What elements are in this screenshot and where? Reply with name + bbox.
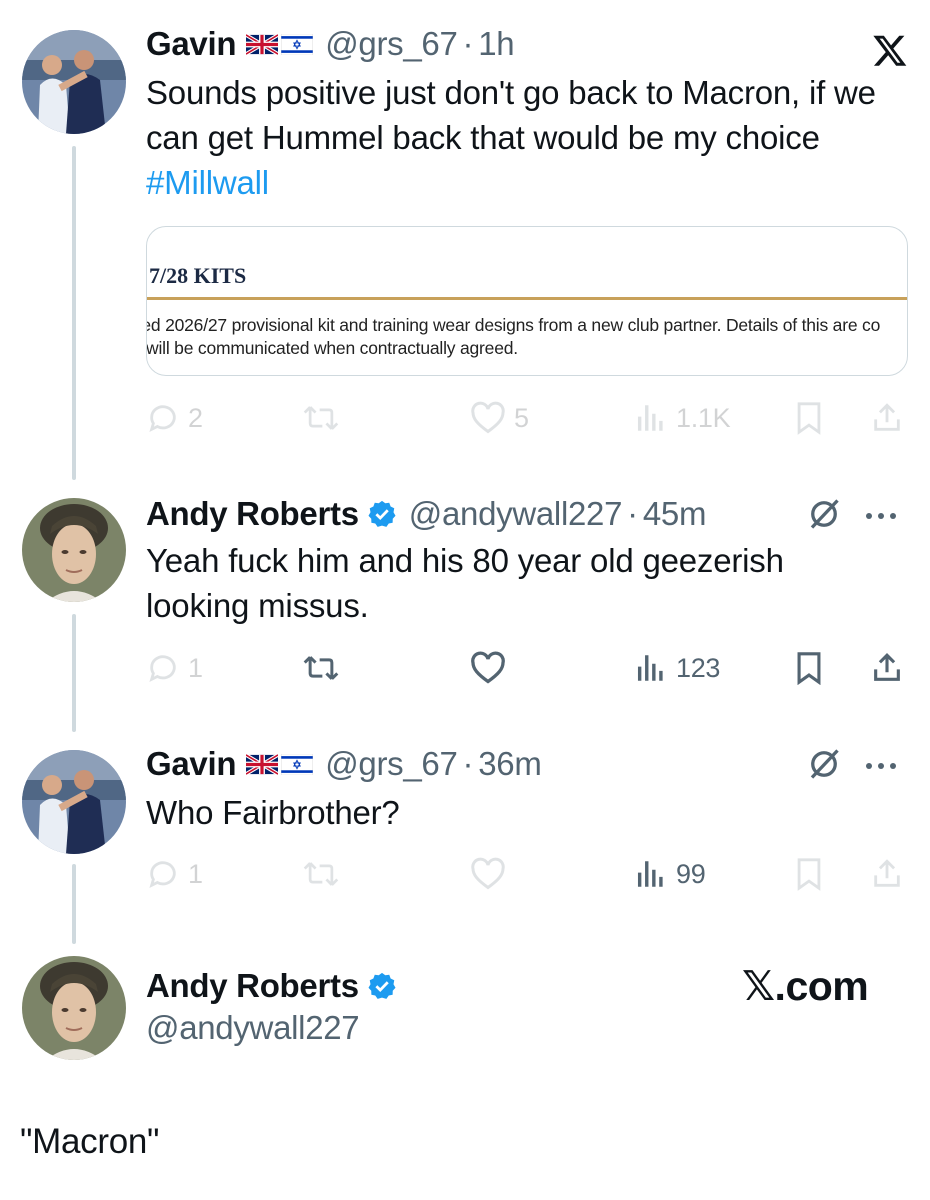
heart-icon [471,651,505,684]
like-button[interactable] [470,648,506,688]
avatar[interactable] [22,30,126,134]
repost-icon [303,862,339,886]
author-name[interactable]: Andy Roberts [146,967,359,1005]
thread-line [72,614,76,732]
views-button[interactable]: 1.1K [634,398,731,438]
time-separator: · [462,25,474,62]
verified-badge-icon [368,500,396,527]
thread-line [72,146,76,480]
watermark-suffix: .com [774,963,869,1009]
views-button[interactable]: 123 [634,648,720,688]
bookmark-button[interactable] [794,648,824,688]
card-text-line: ited 2026/27 provisional kit and trainin… [146,315,881,335]
thread-line [72,864,76,944]
timestamp[interactable]: 36m [478,745,542,783]
reply-button[interactable]: 1 [146,854,203,894]
x-logo-glyph: 𝕏 [742,962,775,1010]
views-icon [637,655,663,681]
tweet-text: Who Fairbrother? [146,794,400,831]
bookmark-button[interactable] [794,854,824,894]
flags [246,753,314,775]
author-name[interactable]: Gavin [146,25,237,63]
reply-button[interactable]: 1 [146,648,203,688]
views-button[interactable]: 99 [634,854,706,894]
tweet-header: Gavin @grs_67 · 1h [146,24,515,64]
uk-flag-icon [246,33,279,55]
repost-button[interactable] [302,398,340,438]
link-card[interactable]: 7/28 KITS ited 2026/27 provisional kit a… [146,226,908,376]
share-button[interactable] [870,398,904,438]
tweet-actions: 1 99 [146,854,908,894]
views-count: 99 [676,858,706,889]
views-count: 123 [676,652,721,683]
share-button[interactable] [870,648,904,688]
reply-button[interactable]: 2 [146,398,203,438]
author-handle[interactable]: @grs_67 [325,745,458,783]
bookmark-icon [797,652,821,685]
x-logo-icon[interactable] [872,32,908,68]
views-icon [637,861,663,887]
caption-text: "Macron" [20,1122,160,1161]
author-name[interactable]: Gavin [146,745,237,783]
time-separator: · [462,745,474,782]
bookmark-icon [797,858,821,891]
share-icon [874,653,900,681]
tweet-text-body: Sounds positive just don't go back to Ma… [146,74,876,156]
verified-badge-icon [368,972,396,999]
author-handle[interactable]: @andywall227 [146,1009,360,1047]
heart-icon [471,857,505,890]
share-icon [874,403,900,431]
reply-count: 2 [188,402,203,433]
like-count: 5 [514,402,529,433]
reply-count: 1 [188,858,203,889]
author-handle[interactable]: @grs_67 [325,25,458,63]
avatar[interactable] [22,498,126,602]
card-divider [147,297,907,300]
reply-count: 1 [188,652,203,683]
reply-icon [149,655,176,683]
more-options-icon[interactable] [864,511,898,521]
israel-flag-icon [281,33,314,55]
grok-icon[interactable] [806,496,842,532]
more-options-icon[interactable] [864,761,898,771]
bookmark-icon [797,402,821,435]
author-name[interactable]: Andy Roberts [146,495,359,533]
tweet-actions: 2 5 1.1K [146,398,908,438]
reply-author-header: Andy Roberts [146,966,409,1006]
tweet-header: Gavin @grs_67 · 36m [146,744,542,784]
tweet-text: Yeah fuck him and his 80 year old geezer… [146,542,784,624]
x-com-watermark: 𝕏.com [742,962,869,1010]
repost-button[interactable] [302,854,340,894]
reply-icon [149,405,176,433]
like-button[interactable] [470,854,506,894]
uk-flag-icon [246,753,279,775]
tweet-header: Andy Roberts @andywall227 · 45m [146,494,706,534]
bookmark-button[interactable] [794,398,824,438]
reply-author-handle-row: @andywall227 [146,1008,360,1048]
author-handle[interactable]: @andywall227 [409,495,623,533]
avatar[interactable] [22,956,126,1060]
reply-icon [149,861,176,889]
tweet-actions: 1 123 [146,648,908,688]
repost-icon [303,406,339,430]
repost-icon [303,656,339,680]
time-separator: · [627,495,638,532]
like-button[interactable]: 5 [470,398,529,438]
hashtag-link[interactable]: #Millwall [146,164,269,201]
flags [246,33,314,55]
grok-icon[interactable] [806,746,842,782]
avatar[interactable] [22,750,126,854]
share-icon [874,859,900,887]
tweet-text: Sounds positive just don't go back to Ma… [146,70,906,205]
card-heading: 7/28 KITS [149,263,247,288]
share-button[interactable] [870,854,904,894]
card-text-line: it will be communicated when contractual… [146,338,518,358]
views-icon [637,405,663,431]
views-count: 1.1K [676,402,731,433]
israel-flag-icon [281,753,314,775]
timestamp[interactable]: 1h [478,25,514,63]
repost-button[interactable] [302,648,340,688]
heart-icon [471,401,505,434]
timestamp[interactable]: 45m [643,495,707,533]
